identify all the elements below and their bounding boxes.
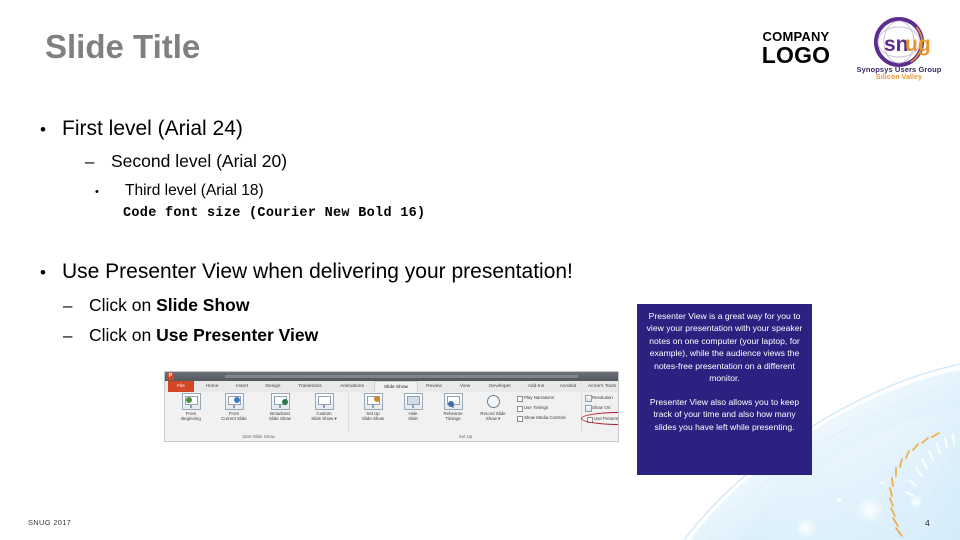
ribbon-button-custom-slide-show[interactable]: Custom Slide Show ▾ [304,393,344,421]
ribbon-button-label-line2: Beginning [181,416,201,421]
bullet-marker: – [63,296,73,315]
callout-paragraph-1: Presenter View is a great way for you to… [646,311,803,384]
ribbon-checkbox-show-media-controls[interactable]: Show Media Controls [517,415,566,422]
footer-text: SNUG 2017 [28,518,72,527]
ribbon-checkbox-play-narrations[interactable]: Play Narrations [517,395,554,402]
bullet-text: Click on Use Presenter View [89,325,318,346]
bullet-marker: – [85,152,95,171]
ribbon-button-label-line2: Timings [445,416,461,421]
bullet-level1-first: • First level (Arial 24) [40,117,243,141]
ribbon-button-label-line2: Slide Show [269,416,291,421]
ribbon-tab-animations[interactable]: Animations [332,381,372,392]
bullet-text: Use Presenter View when delivering your … [62,260,573,283]
from-current-slide-icon [224,393,244,410]
ribbon-title-bar: P [165,372,618,381]
ribbon-group-label-set-up: Set Up [458,434,473,439]
ribbon-tab-developer[interactable]: Developer [481,381,519,392]
presenter-view-highlight-ellipse [581,412,618,425]
bullet-level1-presenter-view: • Use Presenter View when delivering you… [40,260,573,284]
bullet-text-bold: Slide Show [156,295,250,315]
ribbon-tab-design[interactable]: Design [258,381,288,392]
slide-canvas: Slide Title COMPANY LOGO sn ug Synopsys … [0,0,960,540]
custom-slide-show-icon [314,393,334,410]
bullet-level2-second: – Second level (Arial 20) [85,151,287,172]
ribbon-group-divider [348,393,349,432]
bullet-text-prefix: Click on [89,325,157,345]
ribbon-group-label-start-slide-show: Start Slide Show [242,434,275,439]
snug-logo: sn ug Synopsys Users Group Silicon Valle… [851,16,947,90]
bullet-text: First level (Arial 24) [62,117,243,140]
ribbon-field-label-resolution[interactable]: Resolution [585,395,613,402]
company-logo: COMPANY LOGO [750,30,842,67]
ribbon-tab-home[interactable]: Home [198,381,226,392]
presenter-view-callout: Presenter View is a great way for you to… [637,304,812,475]
from-beginning-icon [181,393,201,410]
bullet-marker: • [95,186,99,198]
ribbon-tab-transitions[interactable]: Transitions [290,381,330,392]
ribbon-button-from-beginning[interactable]: From Beginning [171,393,211,421]
code-font-sample: Code font size (Courier New Bold 16) [123,206,426,221]
snug-logo-region: Silicon Valley [875,74,923,82]
ribbon-group-label-monitors: Monitors [585,433,618,441]
ribbon-checkbox-use-timings[interactable]: Use Timings [517,405,548,412]
callout-paragraph-2: Presenter View also allows you to keep t… [649,396,800,432]
bullet-text-prefix: Click on [89,295,157,315]
ribbon-tab-add-ins[interactable]: Add-Ins [522,381,550,392]
page-title: Slide Title [45,28,201,65]
rehearse-timings-icon [443,393,463,410]
snug-logo-mark: sn ug [851,16,947,68]
ribbon-title-text-blur [225,375,578,378]
ribbon-tab-view[interactable]: View [452,381,478,392]
ribbon-button-from-current-slide[interactable]: From Current Slide [214,393,254,421]
slide-number: 4 [925,518,930,528]
company-logo-line2: LOGO [761,42,831,68]
ribbon-tab-insert[interactable]: Insert [228,381,256,392]
ribbon-button-hide-slide[interactable]: Hide Slide [393,393,433,421]
bullet-level3-third: • Third level (Arial 18) [95,182,264,200]
bullet-level2-click-slide-show: – Click on Slide Show [63,295,249,316]
ribbon-button-rehearse-timings[interactable]: Rehearse Timings [433,393,473,421]
ribbon-tab-acme-tools[interactable]: Acme's Tools [585,381,618,392]
ribbon-body: From Beginning From Current Slide Broadc… [165,392,618,441]
hide-slide-icon [403,393,423,410]
bullet-marker: – [63,326,73,345]
ribbon-button-label-line2: Show ▾ [485,416,501,421]
ribbon-tab-acrobat[interactable]: Acrobat [553,381,583,392]
powerpoint-app-icon: P [167,373,174,380]
bullet-text: Click on Slide Show [89,295,249,316]
bullet-text-bold: Use Presenter View [156,325,319,345]
set-up-slide-show-icon [363,393,383,410]
ribbon-button-label-line2: Current Slide [221,416,247,421]
ribbon-button-broadcast-slide-show[interactable]: Broadcast Slide Show [260,393,300,421]
bullet-level2-click-use-presenter-view: – Click on Use Presenter View [63,325,318,346]
ribbon-button-label-line2: Slide Show [362,416,384,421]
broadcast-slide-show-icon [270,393,290,410]
ribbon-button-label-line2: Slide [408,416,418,421]
bullet-text: Second level (Arial 20) [111,151,288,171]
ribbon-button-record-slide-show[interactable]: Record Slide Show ▾ [473,393,513,421]
ribbon-button-set-up-slide-show[interactable]: Set Up Slide Show [353,393,393,421]
ribbon-button-label-line2: Slide Show ▾ [311,416,337,421]
ribbon-field-label-show-on[interactable]: Show On: [585,405,611,412]
bullet-text: Third level (Arial 18) [125,182,264,199]
svg-text:ug: ug [905,33,931,56]
ribbon-group-divider [581,393,582,432]
record-slide-show-icon [485,395,502,410]
powerpoint-ribbon-screenshot: P File Home Insert Design Transitions An… [164,371,619,442]
ribbon-tab-file[interactable]: File [168,381,194,392]
bullet-marker: • [40,120,46,139]
ribbon-tab-review[interactable]: Review [419,381,449,392]
bullet-marker: • [40,263,46,282]
